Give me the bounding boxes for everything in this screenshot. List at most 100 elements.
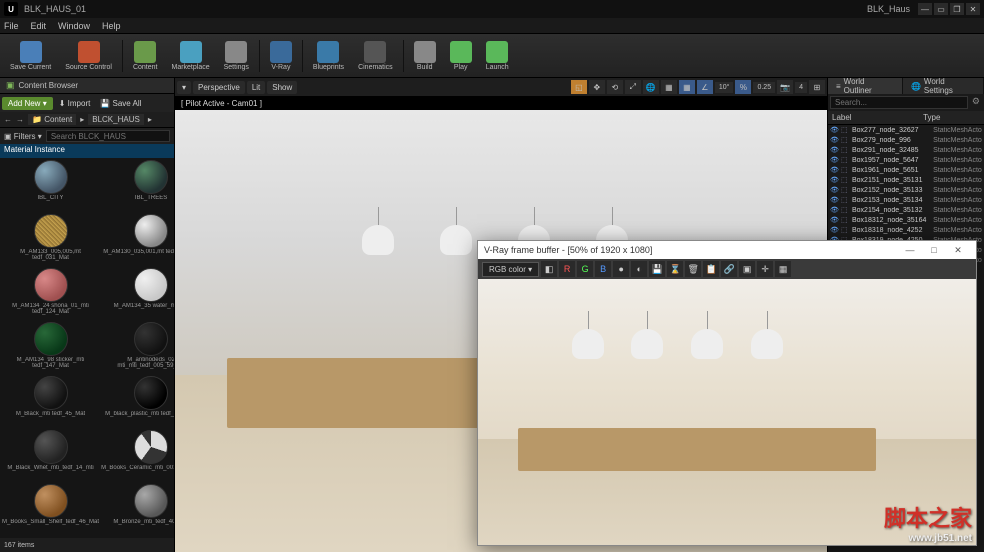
nav-back-icon[interactable]: ← — [4, 115, 12, 124]
material-thumbnail[interactable]: M_antinodeds_02 mti_mti_tedf_005_59_mti — [101, 322, 174, 374]
tab-world-settings[interactable]: 🌐World Settings — [903, 78, 983, 94]
pilot-active-label[interactable]: [ Pilot Active - Cam01 ] — [175, 96, 827, 110]
vfb-channel-select[interactable]: RGB color ▾ — [482, 262, 539, 277]
menu-file[interactable]: File — [4, 21, 19, 31]
vfb-alpha-channel-button[interactable]: ● — [613, 261, 629, 277]
material-thumbnail[interactable]: M_Bronze_mti_tedf_40_Mat — [101, 484, 174, 536]
vfb-link-icon[interactable]: 🔗 — [721, 261, 737, 277]
outliner-row[interactable]: 👁⬚Box18318_node_4252StaticMeshActor — [828, 225, 984, 235]
translate-gizmo-icon[interactable]: ✥ — [589, 80, 605, 94]
col-type[interactable]: Type — [923, 113, 980, 122]
vfb-track-icon[interactable]: ✛ — [757, 261, 773, 277]
save-all-button[interactable]: 💾 Save All — [96, 99, 145, 108]
visibility-icon[interactable]: 👁 — [830, 146, 838, 154]
coord-space-icon[interactable]: 🌐 — [643, 80, 659, 94]
vray-frame-buffer-window[interactable]: V-Ray frame buffer - [50% of 1920 x 1080… — [477, 240, 977, 546]
material-thumbnail[interactable]: M_Black_Whet_mti_tedf_14_mti — [2, 430, 99, 482]
menu-help[interactable]: Help — [102, 21, 121, 31]
visibility-icon[interactable]: 👁 — [830, 216, 838, 224]
visibility-icon[interactable]: 👁 — [830, 126, 838, 134]
scale-snap-value[interactable]: 0.25 — [753, 82, 775, 93]
vfb-title-bar[interactable]: V-Ray frame buffer - [50% of 1920 x 1080… — [478, 241, 976, 259]
visibility-icon[interactable]: 👁 — [830, 226, 838, 234]
vfb-copy-icon[interactable]: 📋 — [703, 261, 719, 277]
maximize-viewport-icon[interactable]: ⊞ — [809, 80, 825, 94]
material-thumbnail[interactable]: M_AM134_24 shona_01_mti tedf_124_Mat — [2, 268, 99, 320]
vfb-blue-channel-button[interactable]: B — [595, 261, 611, 277]
vfb-render-view[interactable] — [478, 279, 976, 545]
outliner-row[interactable]: 👁⬚Box2151_node_35131StaticMeshActor — [828, 175, 984, 185]
show-button[interactable]: Show — [267, 81, 297, 94]
material-thumbnail[interactable]: M_AM134_35 water_mti_20 — [101, 268, 174, 320]
toolbar-blueprints-button[interactable]: Blueprints — [307, 39, 350, 73]
restore-button[interactable]: ❐ — [950, 3, 964, 15]
toolbar-cinematics-button[interactable]: Cinematics — [352, 39, 399, 73]
outliner-row[interactable]: 👁⬚Box1957_node_5647StaticMeshActor — [828, 155, 984, 165]
material-thumbnail[interactable]: M_Books_Small_Shelf_tedf_46_Mat — [2, 484, 99, 536]
angle-snap-icon[interactable]: ∠ — [697, 80, 713, 94]
outliner-row[interactable]: 👁⬚Box18312_node_35164StaticMeshActor — [828, 215, 984, 225]
angle-snap-value[interactable]: 10° — [715, 82, 734, 93]
content-search-input[interactable] — [46, 130, 170, 142]
maximize-button[interactable]: ▭ — [934, 3, 948, 15]
rotate-gizmo-icon[interactable]: ⟲ — [607, 80, 623, 94]
toolbar-settings-button[interactable]: Settings — [218, 39, 255, 73]
toolbar-save-current-button[interactable]: Save Current — [4, 39, 57, 73]
add-new-button[interactable]: Add New ▾ — [2, 97, 53, 110]
viewport-options-button[interactable]: ▾ — [177, 81, 191, 94]
camera-speed-value[interactable]: 4 — [795, 82, 807, 93]
toolbar-play-button[interactable]: Play — [444, 39, 478, 73]
filters-button[interactable]: ▣ Filters ▾ — [4, 132, 42, 141]
outliner-row[interactable]: 👁⬚Box1961_node_5651StaticMeshActor — [828, 165, 984, 175]
vfb-save-icon[interactable]: 💾 — [649, 261, 665, 277]
outliner-search-input[interactable] — [830, 96, 968, 109]
outliner-row[interactable]: 👁⬚Box2154_node_35132StaticMeshActor — [828, 205, 984, 215]
grid-snap-icon[interactable]: ▦ — [679, 80, 695, 94]
search-options-icon[interactable]: ⚙ — [970, 96, 982, 109]
toolbar-source-control-button[interactable]: Source Control — [59, 39, 118, 73]
breadcrumb-folder[interactable]: BLCK_HAUS — [88, 114, 144, 125]
visibility-icon[interactable]: 👁 — [830, 136, 838, 144]
vfb-minimize-button[interactable]: — — [898, 245, 922, 255]
outliner-row[interactable]: 👁⬚Box279_node_996StaticMeshActor — [828, 135, 984, 145]
lit-mode-button[interactable]: Lit — [247, 81, 265, 94]
import-button[interactable]: ⬇ Import — [55, 99, 95, 108]
outliner-row[interactable]: 👁⬚Box291_node_32485StaticMeshActor — [828, 145, 984, 155]
close-button[interactable]: ✕ — [966, 3, 980, 15]
vfb-close-button[interactable]: ✕ — [946, 245, 970, 256]
vfb-correction-icon[interactable]: ▦ — [775, 261, 791, 277]
material-thumbnail[interactable]: M_Black_mti tedf_45_Mat — [2, 376, 99, 428]
outliner-row[interactable]: 👁⬚Box2152_node_35133StaticMeshActor — [828, 185, 984, 195]
toolbar-launch-button[interactable]: Launch — [480, 39, 515, 73]
camera-speed-icon[interactable]: 📷 — [777, 80, 793, 94]
breadcrumb-root[interactable]: 📁 Content — [28, 114, 76, 125]
toolbar-v-ray-button[interactable]: V-Ray — [264, 39, 298, 73]
visibility-icon[interactable]: 👁 — [830, 206, 838, 214]
menu-edit[interactable]: Edit — [31, 21, 47, 31]
menu-window[interactable]: Window — [58, 21, 90, 31]
vfb-maximize-button[interactable]: □ — [922, 245, 946, 255]
toolbar-build-button[interactable]: Build — [408, 39, 442, 73]
outliner-row[interactable]: 👁⬚Box277_node_32627StaticMeshActor — [828, 125, 984, 135]
scale-gizmo-icon[interactable]: ⤢ — [625, 80, 641, 94]
vfb-history-icon[interactable]: ⌛ — [667, 261, 683, 277]
toolbar-marketplace-button[interactable]: Marketplace — [165, 39, 215, 73]
material-thumbnail[interactable]: M_black_plastic_mti tedf_113_Mat — [101, 376, 174, 428]
surface-snap-icon[interactable]: ▦ — [661, 80, 677, 94]
col-label[interactable]: Label — [832, 113, 923, 122]
nav-forward-icon[interactable]: → — [16, 115, 24, 124]
material-thumbnail[interactable]: M_AM130_035,001,mt tedf_07_Mat — [101, 214, 174, 266]
material-thumbnail[interactable]: M_Books_Ceramic_mti_001_tedf_mti — [101, 430, 174, 482]
scale-snap-icon[interactable]: % — [735, 80, 751, 94]
toolbar-content-button[interactable]: Content — [127, 39, 164, 73]
vfb-red-channel-button[interactable]: R — [559, 261, 575, 277]
outliner-row[interactable]: 👁⬚Box2153_node_35134StaticMeshActor — [828, 195, 984, 205]
vfb-rgb-icon[interactable]: ◧ — [541, 261, 557, 277]
material-thumbnail[interactable]: IBL_CITY — [2, 160, 99, 212]
perspective-button[interactable]: Perspective — [193, 81, 245, 94]
minimize-button[interactable]: — — [918, 3, 932, 15]
tab-world-outliner[interactable]: ≡World Outliner — [828, 78, 902, 94]
visibility-icon[interactable]: 👁 — [830, 186, 838, 194]
transform-select-icon[interactable]: ◱ — [571, 80, 587, 94]
material-thumbnail[interactable]: M_AM133_005,005,mt tedf_031_Mat — [2, 214, 99, 266]
